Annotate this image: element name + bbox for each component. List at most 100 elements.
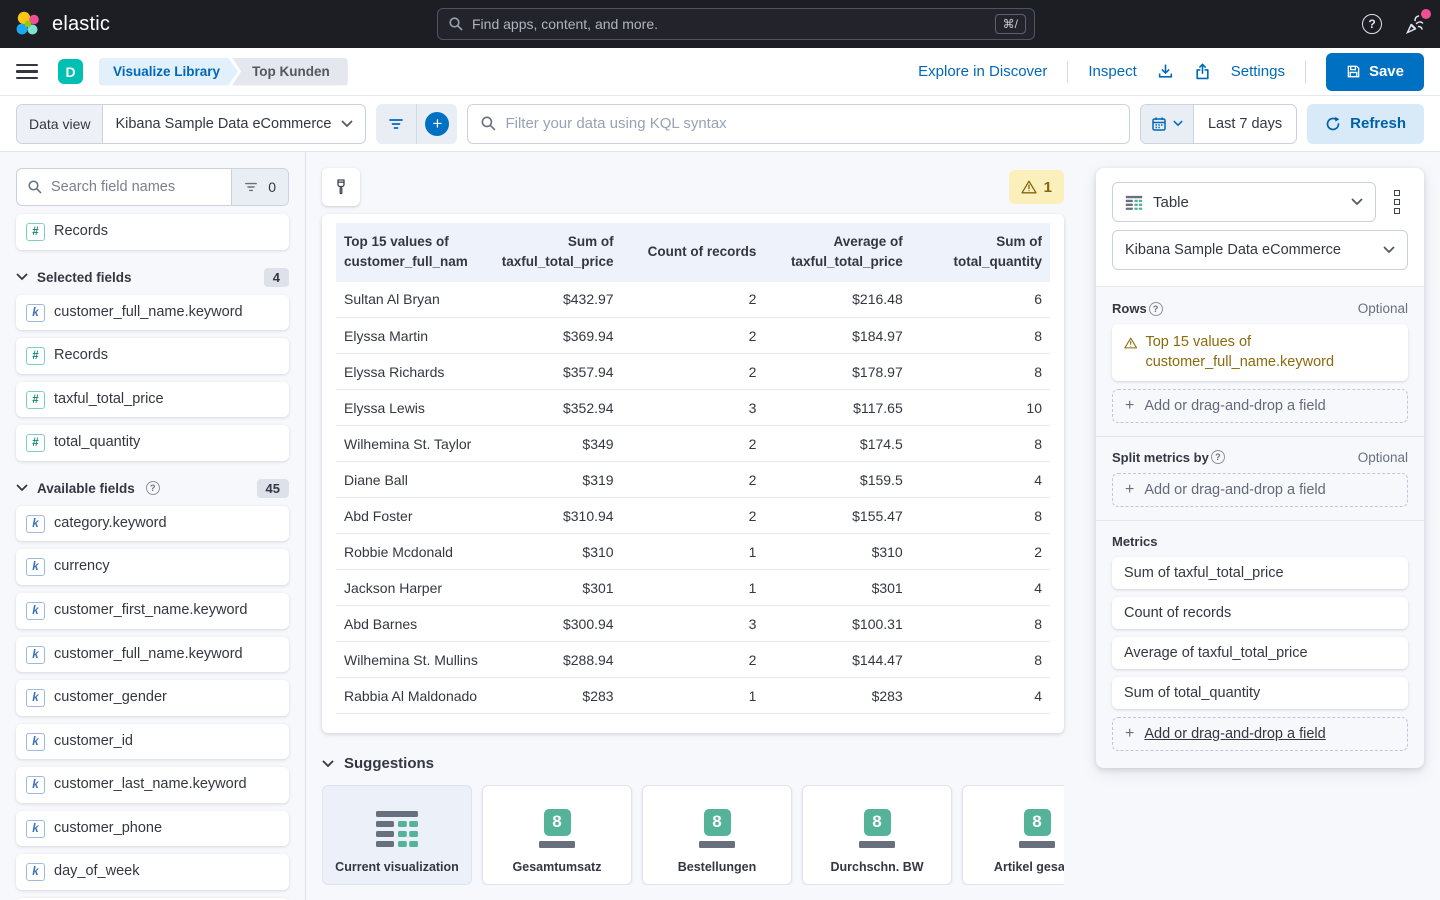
chart-type-select[interactable]: Table xyxy=(1112,182,1376,222)
menu-hamburger-icon[interactable] xyxy=(16,60,40,84)
field-item[interactable]: k customer_phone xyxy=(16,811,289,847)
table-row: Elyssa Lewis $352.94 3 $117.65 10 xyxy=(336,390,1050,426)
rows-dimension-warning[interactable]: Top 15 values of customer_full_name.keyw… xyxy=(1112,324,1408,381)
global-search[interactable]: ⌘/ xyxy=(437,8,1035,40)
suggestion-card[interactable]: 8 Current visualization xyxy=(322,785,472,885)
field-item[interactable]: # taxful_total_price xyxy=(16,382,289,418)
available-fields-list: k category.keyword k currency k customer… xyxy=(16,506,289,900)
notification-dot xyxy=(1421,9,1431,19)
time-range-value[interactable]: Last 7 days xyxy=(1194,105,1296,143)
table-row: Jackson Harper $301 1 $301 4 xyxy=(336,570,1050,606)
settings-link[interactable]: Settings xyxy=(1231,63,1285,80)
column-header[interactable]: Average of taxful_total_price xyxy=(764,223,910,282)
explore-in-discover-link[interactable]: Explore in Discover xyxy=(918,63,1047,80)
metrics-section-label: Metrics xyxy=(1112,534,1158,549)
field-item[interactable]: k customer_full_name.keyword xyxy=(16,637,289,673)
selected-fields-header[interactable]: Selected fields 4 xyxy=(16,268,289,287)
chevron-down-icon xyxy=(1383,246,1395,254)
field-item[interactable]: k category.keyword xyxy=(16,506,289,542)
suggestion-card[interactable]: 8 Gesamtumsatz xyxy=(482,785,632,885)
metric-dimension[interactable]: Average of taxful_total_price xyxy=(1112,637,1408,669)
chevron-down-icon xyxy=(341,120,353,128)
field-item[interactable]: k customer_gender xyxy=(16,680,289,716)
metrics-list: Sum of taxful_total_price Count of recor… xyxy=(1112,557,1408,709)
help-icon[interactable]: ? xyxy=(1211,450,1225,464)
metric-dimension[interactable]: Sum of total_quantity xyxy=(1112,677,1408,709)
field-item[interactable]: k customer_last_name.keyword xyxy=(16,767,289,803)
field-item[interactable]: k day_of_week xyxy=(16,854,289,890)
field-type-icon: k xyxy=(26,558,45,576)
inspect-link[interactable]: Inspect xyxy=(1088,63,1136,80)
newsfeed-icon[interactable] xyxy=(1404,13,1426,35)
elastic-brand[interactable]: elastic xyxy=(14,10,110,38)
suggestion-card[interactable]: 8 Durchschn. BW xyxy=(802,785,952,885)
field-item[interactable]: k customer_full_name.keyword xyxy=(16,295,289,331)
table-row: Robbie Mcdonald $310 1 $310 2 xyxy=(336,534,1050,570)
global-header: elastic ⌘/ ? xyxy=(0,0,1440,48)
field-search-input[interactable] xyxy=(51,179,231,195)
visual-options-button[interactable] xyxy=(322,168,360,206)
add-filter-button[interactable]: + xyxy=(417,104,457,144)
column-header[interactable]: Count of records xyxy=(622,223,765,282)
save-disk-icon xyxy=(1346,64,1361,79)
chevron-down-icon xyxy=(16,273,28,281)
workspace-warning-badge[interactable]: 1 xyxy=(1009,170,1064,204)
metric-dimension[interactable]: Sum of taxful_total_price xyxy=(1112,557,1408,589)
metric-chart-icon: 8 xyxy=(491,796,623,860)
selected-fields-count: 4 xyxy=(264,268,289,287)
field-item-records[interactable]: # Records xyxy=(16,214,289,250)
download-icon[interactable] xyxy=(1157,63,1174,80)
kql-query-input-box[interactable] xyxy=(467,104,1130,144)
metrics-add-field-button[interactable]: + Add or drag-and-drop a field xyxy=(1112,717,1408,751)
date-quick-select[interactable] xyxy=(1141,105,1194,143)
kql-query-input[interactable] xyxy=(505,115,1117,132)
field-search-box[interactable]: 0 xyxy=(16,168,289,206)
suggestions-header[interactable]: Suggestions xyxy=(322,755,1064,772)
field-filter-button[interactable]: 0 xyxy=(231,169,288,205)
table-row: Wilhemina St. Mullins $288.94 2 $144.47 … xyxy=(336,642,1050,678)
metric-dimension[interactable]: Count of records xyxy=(1112,597,1408,629)
breadcrumb-visualize-library[interactable]: Visualize Library xyxy=(99,58,238,86)
global-search-input[interactable] xyxy=(472,16,987,32)
date-picker: Last 7 days xyxy=(1140,104,1297,144)
field-item[interactable]: k customer_id xyxy=(16,724,289,760)
refresh-button[interactable]: Refresh xyxy=(1307,104,1424,144)
column-header[interactable]: Sum of total_quantity xyxy=(911,223,1050,282)
column-header[interactable]: Sum of taxful_total_price xyxy=(482,223,621,282)
available-fields-header[interactable]: Available fields ? 45 xyxy=(16,479,289,498)
field-item[interactable]: # Records xyxy=(16,338,289,374)
warning-icon xyxy=(1021,180,1037,194)
search-icon xyxy=(448,16,464,32)
column-header[interactable]: Top 15 values of customer_full_nam xyxy=(336,223,482,282)
chevron-down-icon xyxy=(322,760,334,768)
layer-data-view-select[interactable]: Kibana Sample Data eCommerce xyxy=(1112,230,1408,270)
help-icon[interactable]: ? xyxy=(1149,302,1163,316)
field-filter-count: 0 xyxy=(268,179,276,195)
filter-icon xyxy=(244,181,258,193)
field-item[interactable]: k currency xyxy=(16,549,289,585)
table-body: Sultan Al Bryan $432.97 2 $216.48 6 Elys… xyxy=(336,282,1050,714)
share-icon[interactable] xyxy=(1194,63,1211,80)
field-item[interactable]: k customer_first_name.keyword xyxy=(16,593,289,629)
rows-add-field-button[interactable]: + Add or drag-and-drop a field xyxy=(1112,389,1408,423)
field-type-icon: # xyxy=(26,434,45,452)
search-icon xyxy=(480,115,497,132)
data-view-select[interactable]: Kibana Sample Data eCommerce xyxy=(103,105,365,143)
split-add-field-button[interactable]: + Add or drag-and-drop a field xyxy=(1112,473,1408,507)
field-type-icon: k xyxy=(26,304,45,322)
search-icon xyxy=(17,179,51,195)
field-item[interactable]: # total_quantity xyxy=(16,425,289,461)
suggestion-card[interactable]: 8 Bestellungen xyxy=(642,785,792,885)
help-icon[interactable]: ? xyxy=(146,481,160,495)
suggestion-card[interactable]: 8 Artikel gesamt xyxy=(962,785,1064,885)
filter-menu-icon[interactable] xyxy=(376,104,416,144)
table-row: Elyssa Richards $357.94 2 $178.97 8 xyxy=(336,354,1050,390)
layer-actions-icon[interactable] xyxy=(1386,190,1408,214)
space-avatar[interactable]: D xyxy=(58,59,83,84)
split-metrics-label: Split metrics by xyxy=(1112,450,1209,465)
field-type-icon: k xyxy=(26,776,45,794)
data-view-label: Data view xyxy=(17,105,103,143)
metric-chart-icon: 8 xyxy=(971,796,1064,860)
help-icon[interactable]: ? xyxy=(1362,14,1382,34)
save-button[interactable]: Save xyxy=(1326,53,1424,91)
